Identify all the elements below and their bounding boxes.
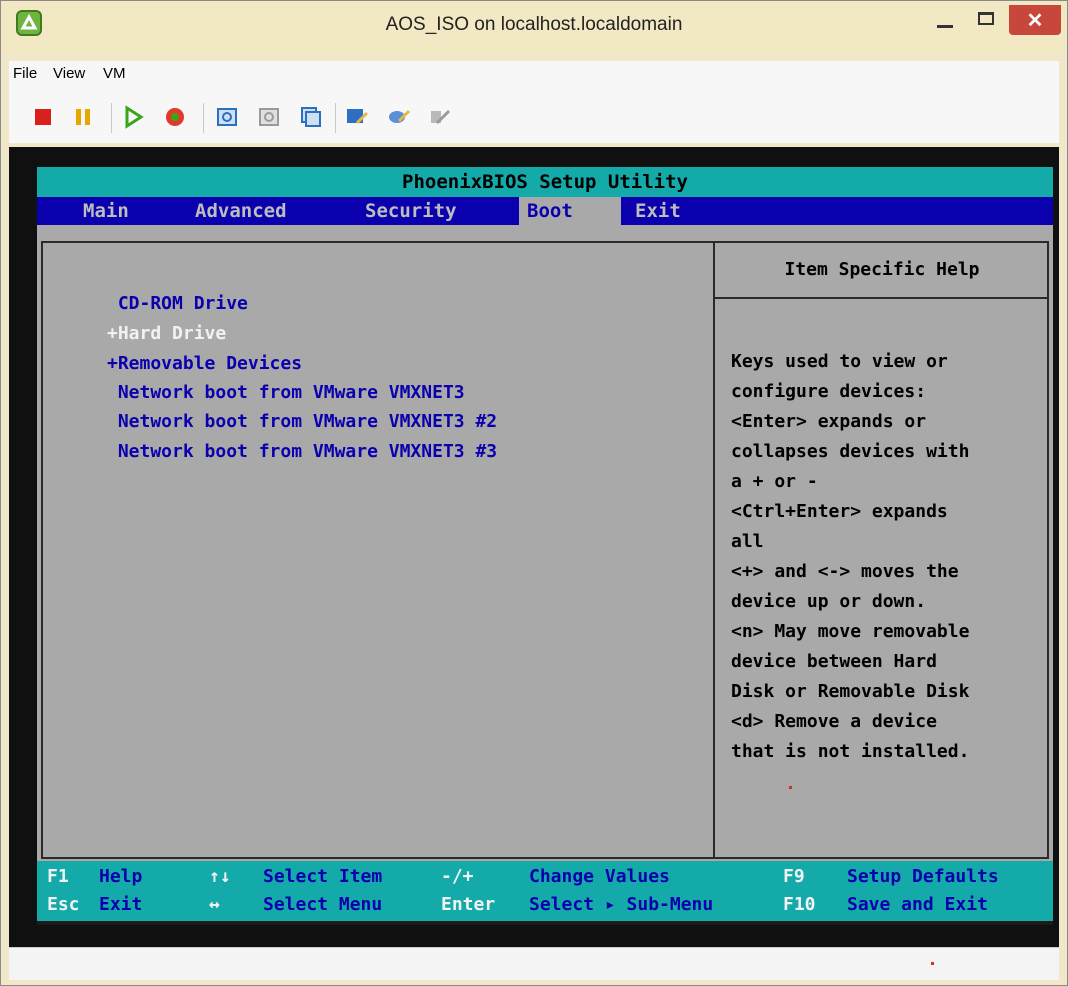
bios-tab-bar: Main Advanced Security Boot Exit (37, 197, 1053, 225)
help-line: device between Hard (731, 651, 937, 672)
minimize-icon (937, 25, 953, 28)
help-line: <+> and <-> moves the (731, 561, 959, 582)
reset-icon[interactable] (163, 105, 187, 129)
toolbar-separator (203, 103, 204, 133)
boot-item-hard-drive[interactable]: +Hard Drive (107, 323, 226, 344)
send-ctrl-alt-del-icon[interactable] (387, 105, 411, 129)
key-desc: Select Menu (263, 894, 383, 915)
key-enter: Enter (441, 894, 496, 915)
stop-icon[interactable] (31, 105, 55, 129)
bios-title: PhoenixBIOS Setup Utility (37, 167, 1053, 197)
key-desc: Select ▸ Sub-Menu (529, 894, 714, 915)
help-line: configure devices: (731, 381, 927, 402)
boot-item-network-2[interactable]: Network boot from VMware VMXNET3 #2 (107, 411, 497, 432)
disconnect-devices-icon[interactable] (427, 105, 451, 129)
window-title: AOS_ISO on localhost.localdomain (385, 14, 683, 35)
key-arrows-leftright: ↔ (209, 894, 220, 915)
key-desc: Setup Defaults (847, 866, 999, 887)
close-button[interactable]: ✕ (1009, 5, 1061, 35)
key-minus-plus: -/+ (441, 866, 474, 887)
close-icon: ✕ (1026, 10, 1044, 32)
toolbar-separator (335, 103, 336, 133)
menu-view[interactable]: View (53, 65, 85, 82)
boot-item-removable[interactable]: +Removable Devices (107, 353, 302, 374)
help-line: all (731, 531, 764, 552)
help-line: collapses devices with (731, 441, 970, 462)
snapshot-icon[interactable] (215, 105, 239, 129)
help-line: device up or down. (731, 591, 927, 612)
menu-file[interactable]: File (13, 65, 37, 82)
pause-icon[interactable] (71, 105, 95, 129)
tab-security[interactable]: Security (357, 197, 465, 225)
help-line: Disk or Removable Disk (731, 681, 970, 702)
key-f10: F10 (783, 894, 816, 915)
maximize-button[interactable] (965, 5, 1007, 35)
boot-item-cdrom[interactable]: CD-ROM Drive (107, 293, 248, 314)
play-icon[interactable] (121, 105, 145, 129)
key-desc: Select Item (263, 866, 383, 887)
menu-bar: File View VM (9, 61, 1059, 87)
key-arrows-updown: ↑↓ (209, 866, 231, 887)
tab-boot[interactable]: Boot (519, 197, 621, 225)
status-dot (931, 962, 934, 965)
vm-console-window: AOS_ISO on localhost.localdomain ✕ File … (0, 0, 1068, 986)
key-f9: F9 (783, 866, 805, 887)
revert-snapshot-icon[interactable] (257, 105, 281, 129)
tab-exit[interactable]: Exit (627, 197, 689, 225)
bios-body: Item Specific Help CD-ROM Drive +Hard Dr… (37, 225, 1053, 861)
minimize-button[interactable] (923, 5, 965, 35)
title-bar[interactable]: AOS_ISO on localhost.localdomain ✕ (1, 1, 1067, 53)
toolbar (9, 87, 1059, 143)
key-desc: Exit (99, 894, 143, 915)
boot-item-network-1[interactable]: Network boot from VMware VMXNET3 (107, 382, 465, 403)
cursor-dot (789, 786, 792, 789)
key-desc: Save and Exit (847, 894, 988, 915)
maximize-icon (978, 12, 994, 25)
boot-item-network-3[interactable]: Network boot from VMware VMXNET3 #3 (107, 441, 497, 462)
status-bar (9, 947, 1059, 980)
help-line: that is not installed. (731, 741, 970, 762)
help-title-divider (715, 297, 1049, 299)
bios-key-legend: F1 Help ↑↓ Select Item -/+ Change Values… (37, 861, 1053, 921)
help-line: <d> Remove a device (731, 711, 937, 732)
toolbar-separator (111, 103, 112, 133)
tab-advanced[interactable]: Advanced (187, 197, 295, 225)
manage-snapshots-icon[interactable] (299, 105, 323, 129)
menu-vm[interactable]: VM (103, 65, 126, 82)
help-line: a + or - (731, 471, 818, 492)
help-divider (713, 241, 715, 859)
bios-screen[interactable]: PhoenixBIOS Setup Utility Main Advanced … (37, 167, 1053, 925)
key-esc: Esc (47, 894, 80, 915)
help-line: <Enter> expands or (731, 411, 927, 432)
help-title: Item Specific Help (784, 259, 980, 280)
key-f1: F1 (47, 866, 69, 887)
tab-main[interactable]: Main (75, 197, 137, 225)
key-desc: Change Values (529, 866, 670, 887)
connect-devices-icon[interactable] (345, 105, 369, 129)
help-line: <n> May move removable (731, 621, 970, 642)
help-line: <Ctrl+Enter> expands (731, 501, 948, 522)
key-desc: Help (99, 866, 143, 887)
help-line: Keys used to view or (731, 351, 948, 372)
